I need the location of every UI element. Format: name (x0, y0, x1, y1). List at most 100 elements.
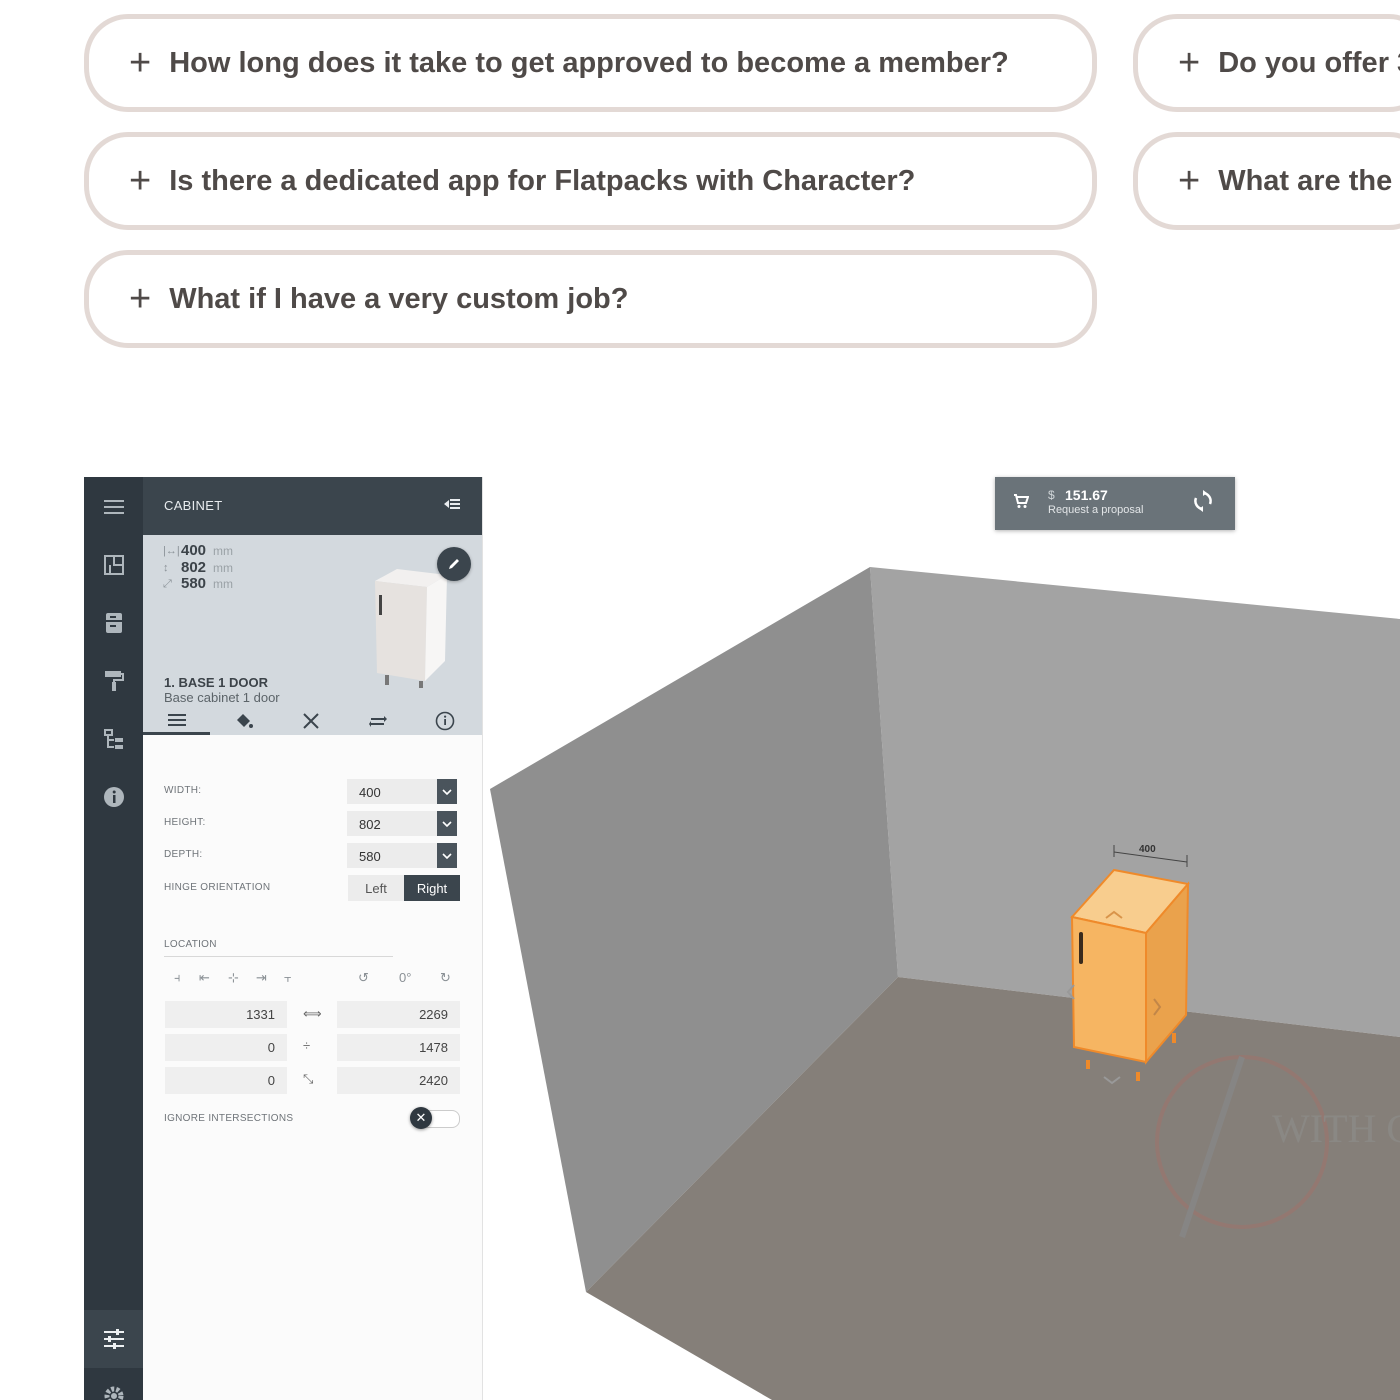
align-left-edge-icon[interactable]: ⫞ (174, 970, 181, 986)
depth-move-icon: ⤡ (303, 1071, 314, 1086)
height-dim-icon: ↕ (163, 561, 169, 574)
room-scene: WITH CHA 400 (490, 567, 1400, 1400)
faq-question: What if I have a very custom job? (169, 282, 629, 315)
rotate-right-icon[interactable]: ↻ (440, 970, 451, 986)
location-x2-input[interactable]: 2269 (337, 1001, 460, 1028)
panel-tabs (143, 707, 482, 735)
refresh-icon[interactable] (1193, 490, 1213, 512)
collapse-panel-icon[interactable] (444, 497, 460, 511)
ignore-intersections-label: IGNORE INTERSECTIONS (164, 1113, 294, 1124)
faq-question: Do you offer 3 (1218, 46, 1400, 79)
floorplan-icon[interactable] (84, 545, 143, 585)
tab-properties[interactable] (143, 707, 210, 735)
info-circle-icon (435, 711, 454, 731)
dim-height: 802 (181, 558, 207, 576)
horizontal-move-icon: ⟺ (303, 1006, 322, 1021)
cart-icon[interactable] (1013, 493, 1029, 509)
align-right-edge-icon[interactable]: ⫟ (284, 970, 292, 986)
tab-materials[interactable] (210, 707, 277, 735)
price-currency: $ (1048, 488, 1055, 502)
height-label: HEIGHT: (164, 817, 206, 828)
swap-icon (368, 716, 387, 727)
tree-icon[interactable] (84, 719, 143, 759)
tool-rail (84, 477, 143, 1400)
hinge-right-button[interactable]: Right (404, 875, 460, 901)
dimensions-summary: |↔| 400 mm ↕ 802 mm ⤢ 580 mm (163, 542, 233, 593)
close-icon: ✕ (410, 1107, 432, 1129)
sliders-icon[interactable] (84, 1319, 143, 1359)
height-value: 802 (359, 817, 381, 832)
width-value: 400 (359, 785, 381, 800)
align-left-icon[interactable]: ⇤ (199, 970, 210, 986)
ignore-intersections-toggle[interactable]: ✕ (410, 1107, 460, 1129)
3d-viewport[interactable]: WITH CHA 400 (482, 477, 1400, 1400)
location-x-input[interactable]: 1331 (165, 1001, 287, 1028)
depth-label: DEPTH: (164, 849, 203, 860)
cabinet-subtitle: Base cabinet 1 door (164, 690, 280, 705)
tab-tools[interactable] (277, 707, 344, 735)
vertical-move-icon: ÷ (303, 1038, 311, 1053)
cabinet-icon[interactable] (84, 603, 143, 643)
location-label: LOCATION (164, 939, 217, 950)
dim-unit: mm (213, 577, 233, 591)
cabinet-info: |↔| 400 mm ↕ 802 mm ⤢ 580 mm 1. BASE 1 DOOR Ba… (143, 535, 482, 735)
info-icon[interactable] (84, 777, 143, 817)
hinge-orientation-label: HINGE ORIENTATION (164, 882, 271, 893)
plus-icon: + (129, 160, 152, 202)
list-icon (167, 713, 186, 726)
faq-item-app[interactable]: + Is there a dedicated app for Flatpacks… (84, 132, 1097, 230)
request-proposal-link[interactable]: Request a proposal (1048, 504, 1143, 516)
edit-button[interactable] (437, 547, 471, 581)
panel-header: CABINET (143, 477, 482, 535)
location-z2-input[interactable]: 2420 (337, 1067, 460, 1094)
dimension-label: 400 (1139, 844, 1156, 855)
dim-unit: mm (213, 544, 233, 558)
faq-item-what-are[interactable]: + What are the (1133, 132, 1400, 230)
depth-dim-icon: ⤢ (163, 578, 172, 590)
panel-title: CABINET (164, 498, 223, 513)
location-y-input[interactable]: 0 (165, 1034, 287, 1061)
width-label: WIDTH: (164, 785, 202, 796)
location-y2-input[interactable]: 1478 (337, 1034, 460, 1061)
faq-question: Is there a dedicated app for Flatpacks w… (169, 164, 916, 197)
plus-icon: + (1178, 160, 1201, 202)
hinge-left-button[interactable]: Left (348, 875, 404, 901)
width-dim-icon: |↔| (163, 545, 180, 557)
watermark-text: WITH CHA (1272, 1106, 1400, 1151)
width-select[interactable]: 400 (347, 779, 457, 804)
tab-info[interactable] (411, 707, 478, 735)
cabinet-panel: CABINET |↔| 400 mm ↕ 802 mm ⤢ 580 mm 1. BASE 1… (143, 477, 483, 1400)
rotate-left-icon[interactable]: ↺ (358, 970, 369, 986)
hinge-orientation-toggle: Left Right (348, 875, 460, 901)
plus-icon: + (129, 278, 152, 320)
location-z-input[interactable]: 0 (165, 1067, 287, 1094)
chevron-down-icon[interactable] (437, 779, 457, 804)
chevron-down-icon[interactable] (437, 843, 457, 868)
depth-value: 580 (359, 849, 381, 864)
tools-icon (302, 713, 319, 729)
cabinet-name: 1. BASE 1 DOOR (164, 675, 269, 690)
rotation-value: 0° (399, 970, 412, 985)
align-right-icon[interactable]: ⇥ (256, 970, 267, 986)
menu-icon[interactable] (84, 487, 143, 527)
faq-item-offer[interactable]: + Do you offer 3 (1133, 14, 1400, 112)
faq-item-custom-job[interactable]: + What if I have a very custom job? (84, 250, 1097, 348)
paint-bucket-icon (236, 714, 253, 728)
height-select[interactable]: 802 (347, 811, 457, 836)
chevron-down-icon[interactable] (437, 811, 457, 836)
dim-unit: mm (213, 560, 233, 575)
plus-icon: + (129, 42, 152, 84)
price-bar: $ 151.67 Request a proposal (995, 477, 1235, 530)
tab-swap[interactable] (344, 707, 411, 735)
pencil-icon (449, 559, 459, 569)
depth-select[interactable]: 580 (347, 843, 457, 868)
align-center-icon[interactable]: ⊹ (228, 970, 239, 986)
faq-question: What are the (1218, 164, 1393, 197)
divider (164, 956, 393, 957)
faq-item-approval[interactable]: + How long does it take to get approved … (84, 14, 1097, 112)
paint-roller-icon[interactable] (84, 661, 143, 701)
faq-question: How long does it take to get approved to… (169, 46, 1009, 79)
plus-icon: + (1178, 42, 1201, 84)
gear-icon[interactable] (84, 1377, 143, 1400)
price-amount: 151.67 (1065, 487, 1108, 503)
